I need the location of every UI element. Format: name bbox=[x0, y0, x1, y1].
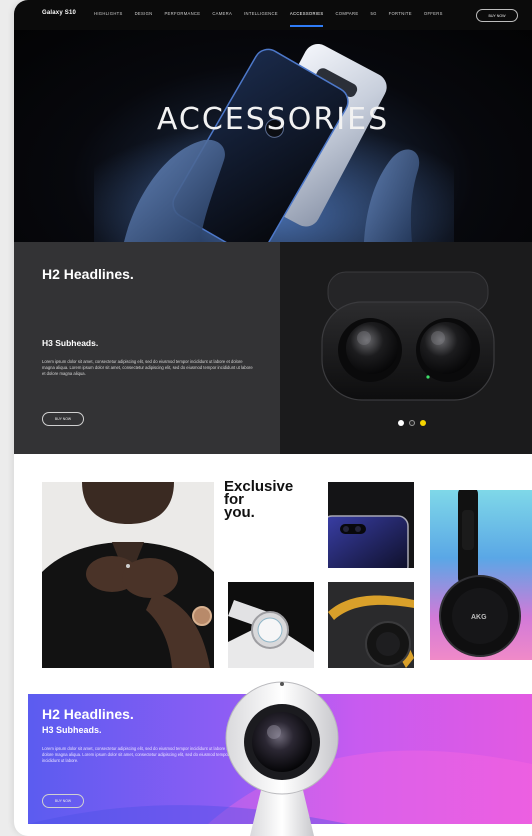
section-headline: H2 Headlines. bbox=[42, 266, 134, 282]
carousel-dot-2[interactable] bbox=[409, 420, 415, 426]
buy-now-button[interactable]: BUY NOW bbox=[476, 9, 518, 22]
page-frame: Galaxy S10 HIGHLIGHTS DESIGN PERFORMANCE… bbox=[14, 0, 532, 836]
akg-headphones-tile[interactable]: AKG bbox=[430, 490, 532, 660]
phone-camera-image bbox=[328, 482, 414, 568]
phone-closeup-tile[interactable] bbox=[328, 482, 414, 568]
section-body-text: Lorem ipsum dolor sit amet, consectetur … bbox=[42, 359, 253, 377]
nav-item-accessories[interactable]: ACCESSORIES bbox=[289, 11, 324, 27]
brand-logo[interactable]: Galaxy S10 bbox=[42, 10, 76, 16]
exclusive-line-3: you. bbox=[224, 504, 255, 521]
nav-item-compare[interactable]: COMPARE bbox=[335, 11, 358, 16]
nav-item-offers[interactable]: OFFERS bbox=[424, 11, 443, 16]
hero-banner: ACCESSORIES bbox=[14, 30, 532, 242]
nav-item-design[interactable]: DESIGN bbox=[135, 11, 153, 16]
banner-buy-button[interactable]: BUY NOW bbox=[42, 794, 84, 808]
carousel-indicators bbox=[398, 420, 426, 426]
nav-item-performance[interactable]: PERFORMANCE bbox=[164, 11, 200, 16]
section-buy-button[interactable]: BUY NOW bbox=[42, 412, 84, 426]
carousel-dot-1[interactable] bbox=[398, 420, 404, 426]
nav-item-fortnite[interactable]: FORTNITE bbox=[389, 11, 412, 16]
person-watch-image bbox=[42, 482, 214, 668]
hero-title: ACCESSORIES bbox=[156, 102, 390, 137]
lifestyle-photo-tile[interactable] bbox=[42, 482, 214, 668]
headphones-closeup-image bbox=[328, 582, 414, 668]
nav-item-intelligence[interactable]: INTELLIGENCE bbox=[244, 11, 278, 16]
akg-logo: AKG bbox=[471, 614, 487, 621]
top-navigation: Galaxy S10 HIGHLIGHTS DESIGN PERFORMANCE… bbox=[14, 0, 532, 30]
banner-body-text: Lorem ipsum dolor sit amet, consectetur … bbox=[42, 746, 230, 764]
galaxy-watch-image bbox=[228, 582, 314, 668]
banner-subhead: H3 Subheads. bbox=[42, 725, 102, 735]
watch-tile[interactable] bbox=[228, 582, 314, 668]
nav-item-highlights[interactable]: HIGHLIGHTS bbox=[94, 11, 123, 16]
nav-item-camera[interactable]: CAMERA bbox=[212, 11, 232, 16]
carousel-dot-3[interactable] bbox=[420, 420, 426, 426]
nav-menu: HIGHLIGHTS DESIGN PERFORMANCE CAMERA INT… bbox=[94, 11, 455, 27]
headphones-tile[interactable] bbox=[328, 582, 414, 668]
feature-text-panel: H2 Headlines. H3 Subheads. Lorem ipsum d… bbox=[14, 242, 280, 454]
nav-item-5g[interactable]: 5G bbox=[370, 11, 376, 16]
akg-headphones-image: AKG bbox=[439, 490, 521, 657]
gear-360-camera-image bbox=[225, 681, 339, 836]
exclusive-headline: Exclusive for you. bbox=[224, 479, 293, 521]
banner-headline: H2 Headlines. bbox=[42, 706, 134, 722]
section-subhead: H3 Subheads. bbox=[42, 338, 99, 348]
